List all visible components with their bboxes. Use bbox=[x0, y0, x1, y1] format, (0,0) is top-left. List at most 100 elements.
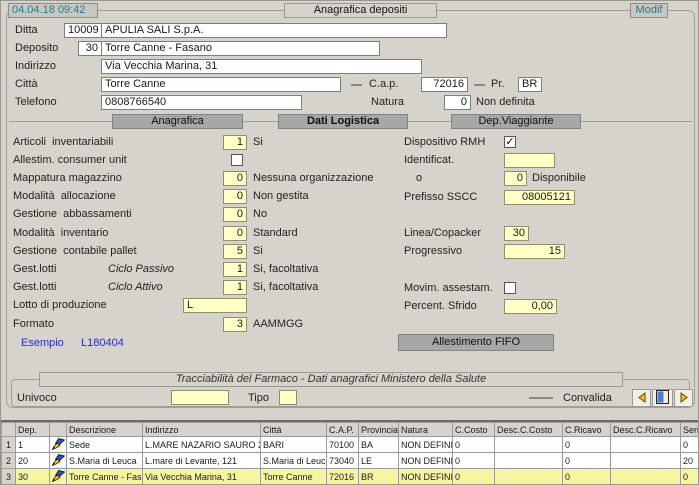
cell-c_ricavo[interactable]: 0 bbox=[563, 437, 611, 453]
formato-field[interactable]: 3 bbox=[223, 317, 247, 332]
cell-icon[interactable] bbox=[50, 469, 67, 485]
indirizzo-field[interactable]: Via Vecchia Marina, 31 bbox=[101, 59, 422, 74]
column-header-dep: Dep. bbox=[16, 423, 50, 437]
cell-desc_c_ricavo[interactable] bbox=[611, 453, 681, 469]
cell-desc_c_costo[interactable] bbox=[495, 469, 563, 485]
cell-desc_c_ricavo[interactable] bbox=[611, 437, 681, 453]
abbassamenti-field[interactable]: 0 bbox=[223, 207, 247, 222]
table-row[interactable]: 220S.Maria di LeucaL.mare di Levante, 12… bbox=[2, 453, 699, 469]
cell-cap[interactable]: 70100 bbox=[327, 437, 359, 453]
allocazione-desc: Non gestita bbox=[253, 189, 309, 204]
ditta-name-field[interactable]: APULIA SALI S.p.A. bbox=[101, 23, 447, 38]
prev-record-button[interactable] bbox=[632, 389, 651, 407]
left-arrow-icon bbox=[637, 391, 647, 406]
cell-desc_c_costo[interactable] bbox=[495, 453, 563, 469]
cell-provincia[interactable]: BA bbox=[359, 437, 399, 453]
current-record-button[interactable] bbox=[652, 389, 673, 407]
citta-label: Città bbox=[15, 77, 38, 92]
natura-code-field[interactable]: 0 bbox=[444, 95, 471, 110]
identificat-field[interactable] bbox=[504, 153, 555, 168]
mappatura-desc: Nessuna organizzazione bbox=[253, 171, 373, 186]
cell-descrizione[interactable]: Sede bbox=[67, 437, 143, 453]
table-row[interactable]: 11SedeL.MARE NAZARIO SAURO 211BARI70100B… bbox=[2, 437, 699, 453]
cell-provincia[interactable]: LE bbox=[359, 453, 399, 469]
telefono-field[interactable]: 0808766540 bbox=[101, 95, 302, 110]
tipo-label: Tipo bbox=[248, 391, 269, 406]
deposito-code-field[interactable]: 30 bbox=[78, 41, 102, 56]
cell-descrizione[interactable]: S.Maria di Leuca bbox=[67, 453, 143, 469]
column-header-cap: C.A.P. bbox=[327, 423, 359, 437]
column-header-c_ricavo: C.Ricavo bbox=[563, 423, 611, 437]
cell-cap[interactable]: 73040 bbox=[327, 453, 359, 469]
esempio-value: L180404 bbox=[81, 336, 124, 351]
tab-anagrafica[interactable]: Anagrafica bbox=[112, 114, 243, 129]
cell-indirizzo[interactable]: L.MARE NAZARIO SAURO 211 bbox=[143, 437, 261, 453]
column-header-desc_c_costo: Desc.C.Costo bbox=[495, 423, 563, 437]
lotti-attivo-field[interactable]: 1 bbox=[223, 280, 247, 295]
next-record-button[interactable] bbox=[674, 389, 693, 407]
deposito-name-field[interactable]: Torre Canne - Fasano bbox=[101, 41, 380, 56]
lotti-passivo-label: Gest.lotti bbox=[13, 262, 56, 277]
citta-field[interactable]: Torre Canne bbox=[101, 77, 341, 92]
sscc-field[interactable]: 08005121 bbox=[504, 190, 575, 205]
rmh-checkbox[interactable] bbox=[504, 136, 516, 148]
pallet-field[interactable]: 5 bbox=[223, 244, 247, 259]
cell-c_costo[interactable]: 0 bbox=[453, 437, 495, 453]
cell-natura[interactable]: NON DEFINITA bbox=[399, 437, 453, 453]
cell-citta[interactable]: S.Maria di Leuca bbox=[261, 453, 327, 469]
sfrido-field[interactable]: 0,00 bbox=[504, 299, 557, 314]
tipo-field[interactable] bbox=[279, 390, 297, 405]
cell-descrizione[interactable]: Torre Canne - Fasano bbox=[67, 469, 143, 485]
ditta-label: Ditta bbox=[15, 23, 38, 38]
table-row[interactable]: 330Torre Canne - FasanoVia Vecchia Marin… bbox=[2, 469, 699, 485]
allocazione-field[interactable]: 0 bbox=[223, 189, 247, 204]
column-header-provincia: Provincia bbox=[359, 423, 399, 437]
lotto-produzione-field[interactable]: L bbox=[183, 298, 247, 313]
cell-cap[interactable]: 72016 bbox=[327, 469, 359, 485]
cell-provincia[interactable]: BR bbox=[359, 469, 399, 485]
pen-icon bbox=[52, 458, 65, 468]
cell-indirizzo[interactable]: L.mare di Levante, 121 bbox=[143, 453, 261, 469]
univoco-field[interactable] bbox=[171, 390, 229, 405]
pr-field[interactable]: BR bbox=[518, 77, 542, 92]
mappatura-label: Mappatura magazzino bbox=[13, 171, 122, 186]
cell-icon[interactable] bbox=[50, 453, 67, 469]
cell-serie[interactable]: 0 bbox=[681, 469, 699, 485]
cell-dep[interactable]: 1 bbox=[16, 437, 50, 453]
cell-citta[interactable]: BARI bbox=[261, 437, 327, 453]
ditta-code-field[interactable]: 10009 bbox=[64, 23, 102, 38]
cell-serie[interactable]: 0 bbox=[681, 437, 699, 453]
allestim-label: Allestim. consumer unit bbox=[13, 153, 127, 168]
cap-field[interactable]: 72016 bbox=[421, 77, 468, 92]
cell-serie[interactable]: 20 bbox=[681, 453, 699, 469]
cell-c_ricavo[interactable]: 0 bbox=[563, 453, 611, 469]
articoli-field[interactable]: 1 bbox=[223, 135, 247, 150]
mappatura-field[interactable]: 0 bbox=[223, 171, 247, 186]
cell-indirizzo[interactable]: Via Vecchia Marina, 31 bbox=[143, 469, 261, 485]
cell-c_costo[interactable]: 0 bbox=[453, 469, 495, 485]
table-header-row: Dep.DescrizioneIndirizzoCittàC.A.P.Provi… bbox=[2, 423, 699, 437]
cell-natura[interactable]: NON DEFINITA bbox=[399, 469, 453, 485]
cell-c_ricavo[interactable]: 0 bbox=[563, 469, 611, 485]
linea-copacker-field[interactable]: 30 bbox=[504, 226, 529, 241]
cell-desc_c_costo[interactable] bbox=[495, 437, 563, 453]
cell-c_costo[interactable]: 0 bbox=[453, 453, 495, 469]
tab-dati-logistica[interactable]: Dati Logistica bbox=[278, 114, 408, 129]
cell-desc_c_ricavo[interactable] bbox=[611, 469, 681, 485]
allestimento-fifo-button[interactable]: Allestimento FIFO bbox=[398, 334, 554, 351]
inventario-field[interactable]: 0 bbox=[223, 226, 247, 241]
lotti-passivo-field[interactable]: 1 bbox=[223, 262, 247, 277]
cell-natura[interactable]: NON DEFINITA bbox=[399, 453, 453, 469]
cell-dep[interactable]: 20 bbox=[16, 453, 50, 469]
tab-dep-viaggiante[interactable]: Dep.Viaggiante bbox=[451, 114, 581, 129]
allestim-checkbox[interactable] bbox=[231, 154, 243, 166]
natura-desc: Non definita bbox=[476, 95, 535, 110]
cell-citta[interactable]: Torre Canne bbox=[261, 469, 327, 485]
lotti-attivo-label: Gest.lotti bbox=[13, 280, 56, 295]
cell-icon[interactable] bbox=[50, 437, 67, 453]
movim-checkbox[interactable] bbox=[504, 282, 516, 294]
o-code-field[interactable]: 0 bbox=[504, 171, 527, 186]
progressivo-field[interactable]: 15 bbox=[504, 244, 565, 259]
abbassamenti-desc: No bbox=[253, 207, 267, 222]
cell-dep[interactable]: 30 bbox=[16, 469, 50, 485]
